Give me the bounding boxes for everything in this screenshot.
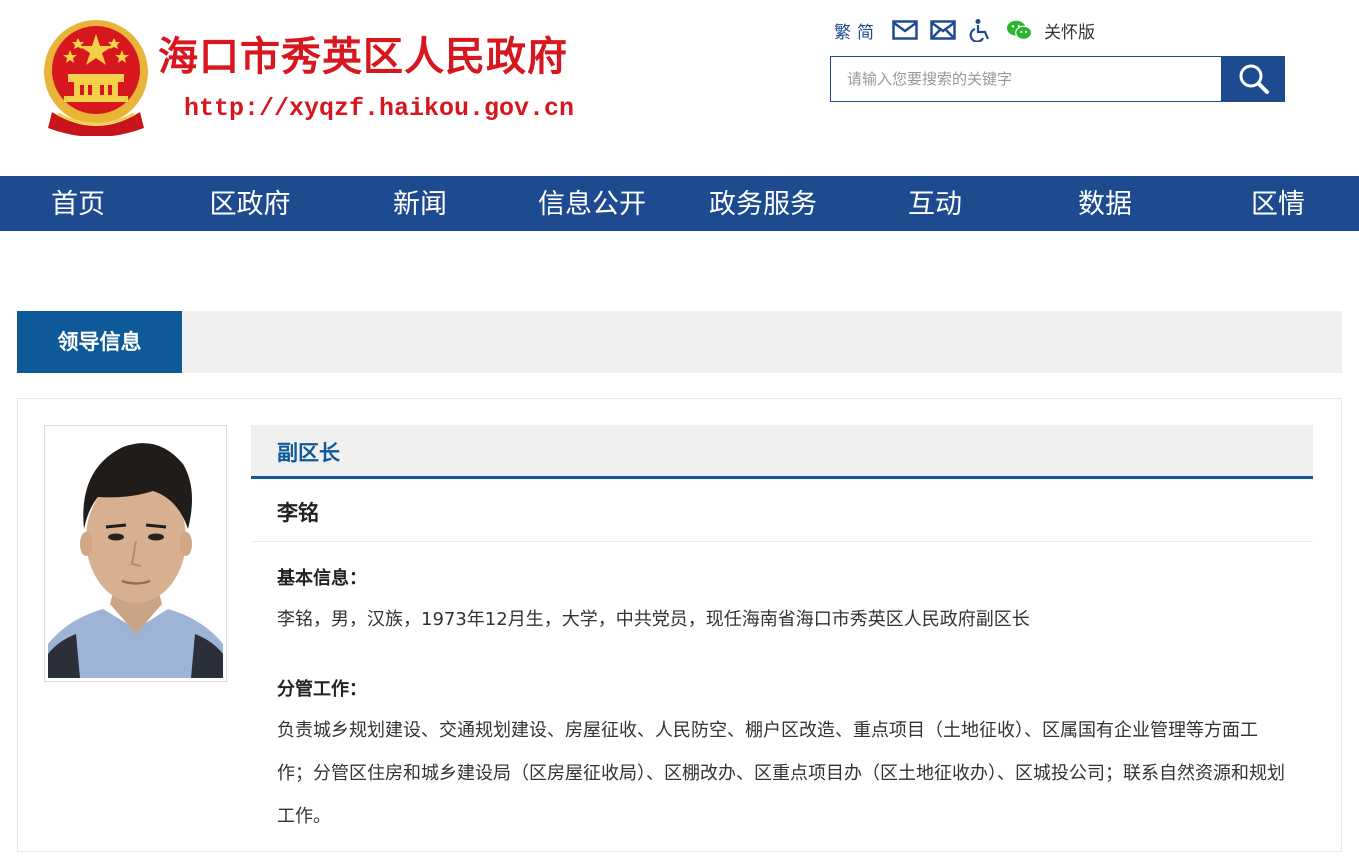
nav-item-district-profile[interactable]: 区情 bbox=[1228, 176, 1328, 231]
basic-info-text: 李铭，男，汉族，1973年12月生，大学，中共党员，现任海南省海口市秀英区人民政… bbox=[277, 609, 1030, 630]
duty-text: 负责城乡规划建设、交通规划建设、房屋征收、人民防空、棚户区改造、重点项目（土地征… bbox=[277, 720, 1285, 827]
divider bbox=[251, 541, 1313, 542]
mail-cross-icon[interactable] bbox=[930, 18, 956, 42]
accessibility-icon[interactable] bbox=[968, 18, 994, 42]
site-url[interactable]: http://xyqzf.haikou.gov.cn bbox=[184, 94, 574, 123]
wechat-icon[interactable] bbox=[1006, 18, 1032, 42]
duty-label: 分管工作： bbox=[277, 679, 367, 700]
main-nav: 首页 区政府 新闻 信息公开 政务服务 互动 数据 区情 bbox=[0, 176, 1359, 231]
simplified-chinese-link[interactable]: 简 bbox=[857, 18, 874, 43]
nav-item-data[interactable]: 数据 bbox=[1055, 176, 1155, 231]
nav-item-news[interactable]: 新闻 bbox=[370, 176, 470, 231]
nav-item-interaction[interactable]: 互动 bbox=[885, 176, 985, 231]
search-icon bbox=[1239, 64, 1269, 94]
national-emblem-icon bbox=[44, 20, 148, 136]
site-title: 海口市秀英区人民政府 bbox=[158, 33, 568, 80]
search-box bbox=[830, 56, 1222, 102]
care-version-link[interactable]: 关怀版 bbox=[1044, 18, 1095, 43]
nav-item-info-disclosure[interactable]: 信息公开 bbox=[527, 176, 657, 231]
leader-photo bbox=[48, 429, 223, 678]
nav-item-government-services[interactable]: 政务服务 bbox=[698, 176, 828, 231]
site-header: 海口市秀英区人民政府 http://xyqzf.haikou.gov.cn 繁 … bbox=[0, 0, 1359, 176]
nav-item-district-government[interactable]: 区政府 bbox=[190, 176, 310, 231]
leader-profile-card: 副区长 李铭 基本信息： 李铭，男，汉族，1973年12月生，大学，中共党员，现… bbox=[17, 398, 1342, 852]
traditional-chinese-link[interactable]: 繁 bbox=[834, 18, 851, 43]
nav-item-home[interactable]: 首页 bbox=[28, 176, 128, 231]
leader-role: 副区长 bbox=[277, 441, 340, 465]
header-toolbar: 繁 简 关怀版 bbox=[834, 16, 1095, 44]
search-input[interactable] bbox=[831, 57, 1221, 101]
leader-photo-frame bbox=[44, 425, 227, 682]
section-header: 领导信息 bbox=[17, 311, 1342, 373]
basic-info-label: 基本信息： bbox=[277, 568, 367, 589]
mail-icon[interactable] bbox=[892, 18, 918, 42]
section-tab-leader-info[interactable]: 领导信息 bbox=[17, 311, 182, 373]
leader-title-bar: 副区长 bbox=[251, 425, 1313, 479]
search-button[interactable] bbox=[1222, 56, 1285, 102]
leader-name: 李铭 bbox=[277, 501, 319, 525]
